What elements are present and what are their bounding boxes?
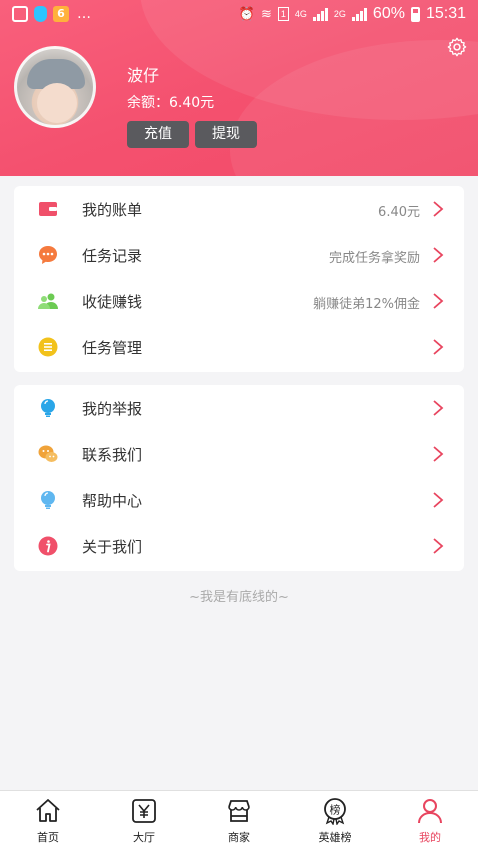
shop-icon [228,800,250,822]
recharge-button[interactable]: 充值 [127,121,189,148]
menu-item-label: 关于我们 [82,538,143,556]
bulb-icon [41,399,55,417]
network-type: 4G [294,9,307,19]
yen-icon [132,799,156,823]
bottom-tab-bar: 首页 大厅 商家 榜 英雄榜 我的 [0,790,478,850]
end-of-list-text: ~我是有底线的~ [189,590,289,605]
chevron-right-icon [433,400,444,416]
user-icon [418,799,442,824]
chevron-right-icon [433,247,444,263]
tab-label: 首页 [37,831,59,844]
menu-item-label: 任务记录 [82,247,143,265]
rank-badge-icon: 榜 [324,798,346,825]
status-bar: 6 … ⏰ ≋ 1 4G 2G 60% 15:31 [0,0,478,30]
battery-icon [410,6,420,22]
more-notifications-icon: … [77,6,91,22]
notification-icons: 6 … [12,6,91,22]
settings-gear-icon[interactable] [446,36,468,58]
help-bulb-icon [41,491,55,509]
gallery-icon [12,6,28,22]
tab-home[interactable]: 首页 [0,791,96,850]
menu-card-support: 我的举报 联系我们 帮助中心 关于我们 [14,385,464,571]
signal-icon [312,7,328,21]
withdraw-button[interactable]: 提现 [195,121,257,148]
rank-badge-glyph: 榜 [330,803,341,817]
sim-indicator: 1 [277,7,289,21]
menu-item-recruit-apprentices[interactable]: 收徒赚钱 躺赚徒弟12%佣金 [14,278,464,324]
menu-item-label: 联系我们 [82,446,143,464]
tab-hero-ranking[interactable]: 榜 英雄榜 [287,791,383,850]
tab-hall[interactable]: 大厅 [96,791,192,850]
tab-label: 我的 [419,831,441,844]
menu-item-task-management[interactable]: 任务管理 [14,324,464,370]
wallet-icon [39,202,57,216]
menu-item-label: 收徒赚钱 [82,293,143,311]
menu-item-help-center[interactable]: 帮助中心 [14,477,464,523]
list-icon [38,337,58,357]
wechat-icon [38,445,58,462]
menu-item-label: 任务管理 [82,339,143,357]
menu-item-my-bill[interactable]: 我的账单 6.40元 [14,186,464,232]
tab-label: 英雄榜 [318,831,352,844]
menu-item-label: 我的举报 [82,400,143,418]
menu-item-label: 我的账单 [82,201,143,219]
tab-label: 商家 [228,831,250,844]
chevron-right-icon [433,446,444,462]
menu-item-about-us[interactable]: 关于我们 [14,523,464,569]
app-notification-icon [34,6,47,22]
info-icon [38,536,58,556]
username: 波仔 [127,66,160,85]
chevron-right-icon [433,293,444,309]
home-icon [36,799,60,822]
tab-mine[interactable]: 我的 [382,791,478,850]
menu-card-account: 我的账单 6.40元 任务记录 完成任务拿奖励 收徒赚钱 躺赚徒弟12%佣金 任… [14,186,464,372]
alarm-icon: ⏰ [238,6,255,21]
tab-merchants[interactable]: 商家 [191,791,287,850]
avatar-face [37,83,77,123]
network-type-2: 2G [333,9,346,19]
tab-label: 大厅 [133,831,155,844]
clock: 15:31 [425,5,466,22]
chevron-right-icon [433,538,444,554]
chevron-right-icon [433,201,444,217]
balance-text: 余额：6.40元 [127,95,215,111]
system-status: ⏰ ≋ 1 4G 2G 60% 15:31 [239,5,466,23]
signal-icon-2 [351,7,367,21]
chat-bubble-icon [39,246,57,264]
battery-percent: 60% [372,5,405,22]
menu-item-label: 帮助中心 [82,492,143,510]
users-icon [38,293,58,309]
chevron-right-icon [433,492,444,508]
menu-item-contact-us[interactable]: 联系我们 [14,431,464,477]
menu-item-meta: 6.40元 [378,205,420,220]
menu-item-meta: 完成任务拿奖励 [328,251,420,266]
avatar[interactable] [14,46,96,128]
chevron-right-icon [433,339,444,355]
app-badge-icon: 6 [53,6,69,22]
menu-item-task-records[interactable]: 任务记录 完成任务拿奖励 [14,232,464,278]
menu-item-meta: 躺赚徒弟12%佣金 [313,297,420,312]
wifi-icon: ≋ [260,6,272,21]
menu-item-my-reports[interactable]: 我的举报 [14,385,464,431]
